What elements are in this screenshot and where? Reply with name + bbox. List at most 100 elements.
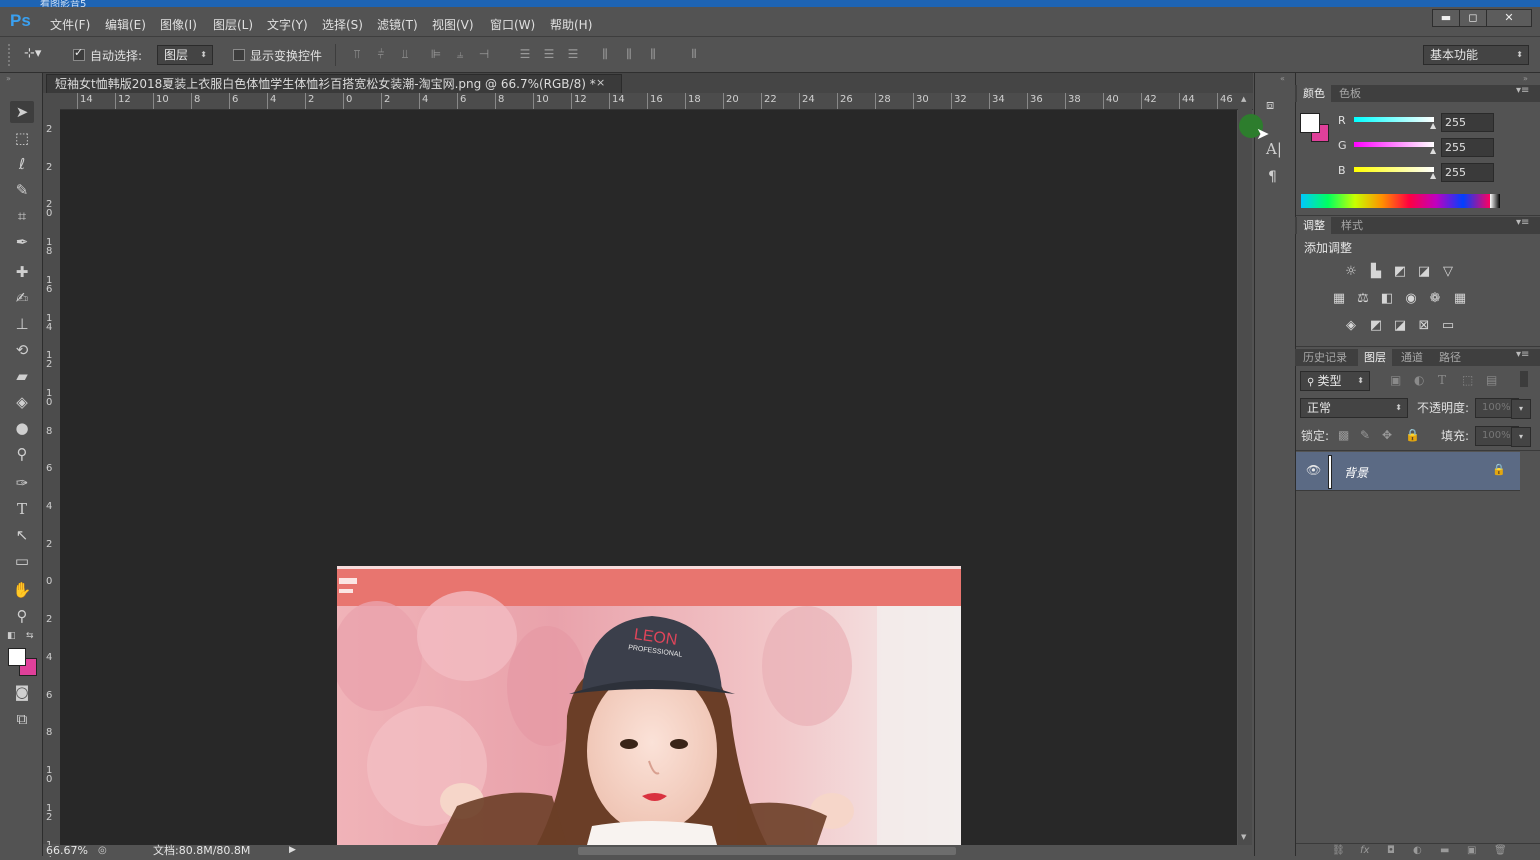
move-tool-preset-icon[interactable]: ⊹▾ [24, 46, 41, 61]
path-select-tool-icon[interactable]: ↖ [10, 524, 34, 546]
new-adjustment-icon[interactable]: ◐ [1413, 845, 1422, 856]
paint-bucket-tool-icon[interactable]: ◈ [10, 391, 34, 413]
close-button[interactable]: ✕ [1486, 9, 1532, 27]
slider-thumb-icon[interactable]: ▲ [1430, 171, 1436, 180]
menu-edit[interactable]: 编辑(E) [105, 16, 146, 33]
tab-close-icon[interactable]: × [596, 76, 605, 89]
paragraph-panel-icon[interactable]: ¶ [1268, 169, 1277, 185]
lock-all-icon[interactable]: 🔒 [1405, 428, 1420, 442]
lock-image-icon[interactable]: ✎ [1360, 428, 1370, 442]
move-tool-icon[interactable]: ➤ [10, 101, 34, 123]
options-grip[interactable] [8, 44, 13, 66]
eyedropper-tool-icon[interactable]: ✒ [10, 231, 34, 253]
curves-icon[interactable]: ◩ [1391, 265, 1409, 279]
add-mask-icon[interactable]: ◘ [1387, 845, 1395, 856]
brightness-contrast-icon[interactable]: ☼ [1342, 265, 1360, 279]
default-colors-icon[interactable]: ◧ [7, 631, 16, 641]
black-white-icon[interactable]: ◧ [1378, 292, 1396, 306]
3d-panel-icon[interactable]: ⧈ [1266, 98, 1274, 113]
auto-select-dropdown[interactable]: 图层 ⬍ [157, 45, 213, 65]
photo-filter-icon[interactable]: ◉ [1402, 292, 1420, 306]
new-group-icon[interactable]: ▬ [1440, 845, 1449, 856]
filter-adjustment-icon[interactable]: ◐ [1414, 373, 1424, 387]
auto-select-checkbox[interactable]: ✓ [73, 46, 85, 61]
threshold-icon[interactable]: ◪ [1391, 319, 1409, 333]
tab-history[interactable]: 历史记录 [1303, 349, 1347, 366]
visibility-eye-icon[interactable]: 👁 [1306, 463, 1321, 477]
layer-name[interactable]: 背景 [1344, 464, 1368, 481]
color-lookup-icon[interactable]: ▦ [1451, 292, 1469, 306]
dodge-tool-icon[interactable]: ⚲ [10, 443, 34, 465]
collapse-dock-icon[interactable]: « [1280, 74, 1285, 83]
menu-window[interactable]: 窗口(W) [490, 16, 535, 33]
swap-colors-icon[interactable]: ⇆ [26, 631, 34, 641]
menu-type[interactable]: 文字(Y) [267, 16, 308, 33]
color-spectrum-bar[interactable] [1301, 194, 1500, 208]
document-tab[interactable]: 短袖女t恤韩版2018夏装上衣服白色体恤学生体恤衫百搭宽松女装潮-淘宝网.png… [46, 74, 622, 93]
vibrance-icon[interactable]: ▽ [1439, 265, 1457, 279]
lock-position-icon[interactable]: ✥ [1382, 428, 1392, 442]
auto-align-icon[interactable]: ⫴ [687, 47, 701, 61]
tab-layers[interactable]: 图层 [1358, 349, 1392, 366]
layer-filter-dropdown[interactable]: ⚲ 类型 ⬍ [1300, 371, 1370, 391]
menu-file[interactable]: 文件(F) [50, 16, 90, 33]
zoom-tool-icon[interactable]: ⚲ [10, 605, 34, 627]
marquee-tool-icon[interactable]: ⬚ [10, 127, 34, 149]
collapse-toolbar-icon[interactable]: » [6, 74, 11, 83]
filter-pixel-icon[interactable]: ▣ [1390, 373, 1401, 387]
scroll-up-icon[interactable]: ▲ [1241, 95, 1246, 103]
hue-saturation-icon[interactable]: ▦ [1330, 292, 1348, 306]
panel-menu-icon[interactable]: ▾≡ [1516, 85, 1529, 96]
lasso-tool-icon[interactable]: ℓ [10, 153, 34, 175]
channel-b-slider[interactable] [1354, 167, 1434, 172]
quick-select-tool-icon[interactable]: ✎ [10, 179, 34, 201]
channel-mixer-icon[interactable]: ❁ [1426, 292, 1444, 306]
status-menu-arrow-icon[interactable]: ▶ [289, 845, 296, 856]
panel-menu-icon[interactable]: ▾≡ [1516, 349, 1529, 360]
invert-icon[interactable]: ◈ [1342, 319, 1360, 333]
healing-brush-tool-icon[interactable]: ✚ [10, 261, 34, 283]
channel-b-value[interactable]: 255 [1441, 163, 1494, 182]
filter-shape-icon[interactable]: ⬚ [1462, 373, 1473, 387]
hand-tool-icon[interactable]: ✋ [10, 579, 34, 601]
status-info-icon[interactable]: ◎ [98, 845, 107, 856]
panel-foreground-swatch[interactable] [1300, 113, 1320, 133]
menu-view[interactable]: 视图(V) [432, 16, 474, 33]
foreground-color-swatch[interactable] [8, 648, 26, 666]
zoom-level[interactable]: 66.67% [46, 845, 88, 856]
exposure-icon[interactable]: ◪ [1415, 265, 1433, 279]
tab-styles[interactable]: 样式 [1341, 217, 1363, 234]
distribute-left-icon[interactable]: ⫼ [598, 47, 612, 61]
align-bottom-icon[interactable]: ⫫ [398, 47, 412, 61]
eraser-tool-icon[interactable]: ▰ [10, 365, 34, 387]
crop-tool-icon[interactable]: ⌗ [10, 205, 34, 227]
color-balance-icon[interactable]: ⚖ [1354, 292, 1372, 306]
channel-r-slider[interactable] [1354, 117, 1434, 122]
expand-panels-icon[interactable]: » [1523, 74, 1528, 83]
tab-swatches[interactable]: 色板 [1339, 85, 1361, 102]
distribute-right-icon[interactable]: ⫼ [646, 47, 660, 61]
filter-toggle[interactable] [1520, 371, 1528, 387]
type-tool-icon[interactable]: T [10, 498, 34, 520]
distribute-hcenter-icon[interactable]: ⫼ [622, 47, 636, 61]
selective-color-icon[interactable]: ⊠ [1415, 319, 1433, 333]
minimize-button[interactable]: ▬ [1432, 9, 1460, 27]
quick-mask-icon[interactable]: ◙ [10, 681, 34, 703]
menu-select[interactable]: 选择(S) [322, 16, 363, 33]
layer-row[interactable]: 👁 背景 🔒 [1296, 452, 1520, 490]
ruler-origin[interactable] [43, 93, 60, 109]
menu-image[interactable]: 图像(I) [160, 16, 197, 33]
distribute-bottom-icon[interactable]: ☰ [566, 47, 580, 61]
show-transform-checkbox[interactable] [233, 49, 245, 61]
align-hcenter-icon[interactable]: ⫨ [453, 47, 467, 61]
align-left-icon[interactable]: ⊫ [429, 47, 443, 61]
brush-tool-icon[interactable]: ✍ [10, 287, 34, 309]
levels-icon[interactable]: ▙ [1367, 265, 1385, 279]
panel-menu-icon[interactable]: ▾≡ [1516, 217, 1529, 228]
blend-mode-dropdown[interactable]: 正常 ⬍ [1300, 398, 1408, 418]
distribute-top-icon[interactable]: ☰ [518, 47, 532, 61]
posterize-icon[interactable]: ◩ [1367, 319, 1385, 333]
vertical-scrollbar[interactable]: ▲ ▼ [1238, 93, 1252, 845]
restore-button[interactable]: ◻ [1459, 9, 1487, 27]
screen-mode-icon[interactable]: ⧉ [10, 708, 34, 730]
